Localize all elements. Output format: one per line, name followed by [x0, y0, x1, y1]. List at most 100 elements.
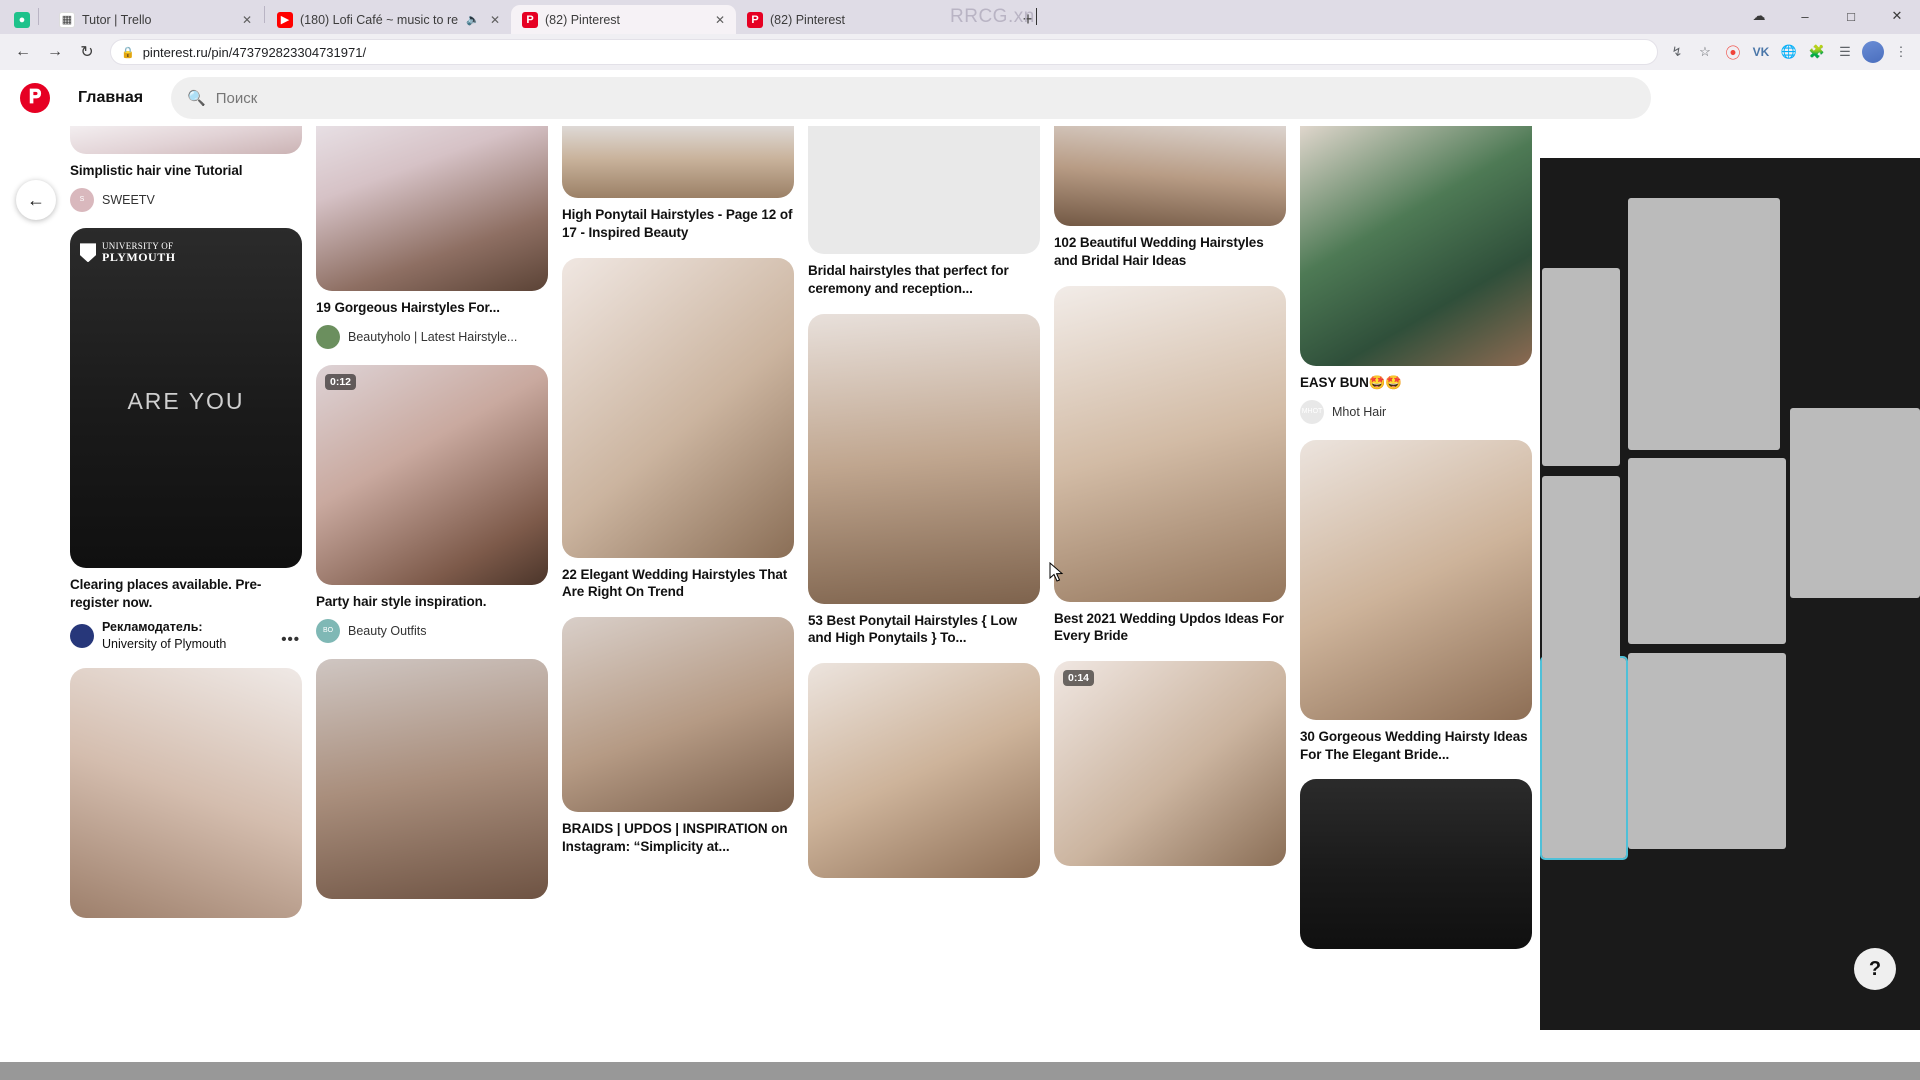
browser-toolbar: ← → ↻ 🔒 pinterest.ru/pin/473792823304731…	[0, 34, 1920, 70]
pin-card[interactable]: 19 Gorgeous Hairstyles For... Beautyholo …	[316, 126, 548, 349]
pin-image[interactable]: UNIVERSITY OF PLYMOUTH ARE YOU	[70, 227, 302, 568]
pin-image[interactable]	[562, 126, 794, 198]
pin-card[interactable]: Simplistic hair vine Tutorial S SWEETV	[70, 126, 302, 212]
pin-card[interactable]: EASY BUN🤩🤩 MHOT Mhot Hair	[1300, 126, 1532, 424]
pin-image[interactable]	[316, 658, 548, 899]
overlay-thumbnail-4[interactable]	[1542, 476, 1620, 676]
tab-close-icon[interactable]: ✕	[712, 12, 728, 28]
pin-image[interactable]: 0:14	[1054, 661, 1286, 867]
opera-icon[interactable]: ⦿	[1722, 41, 1744, 63]
search-input[interactable]: 🔍 Поиск	[171, 77, 1652, 119]
readlist-icon[interactable]: ☰	[1834, 41, 1856, 63]
pin-image[interactable]: 0:12	[316, 364, 548, 585]
pin-card[interactable]: 0:14	[1054, 661, 1286, 867]
pin-image[interactable]	[70, 667, 302, 918]
tab-mute-icon[interactable]: 🔈	[466, 13, 480, 27]
back-button[interactable]: ←	[8, 37, 38, 67]
pin-byline[interactable]: MHOT Mhot Hair	[1300, 399, 1532, 424]
pin-image[interactable]	[808, 126, 1040, 254]
menu-icon[interactable]: ⋮	[1890, 41, 1912, 63]
pin-column-4: 102 Beautiful Wedding Hairstyles and Bri…	[1054, 126, 1286, 867]
maximize-button[interactable]: □	[1828, 0, 1874, 32]
pin-card[interactable]	[1300, 779, 1532, 950]
address-bar[interactable]: 🔒 pinterest.ru/pin/473792823304731971/	[110, 39, 1658, 65]
pin-card[interactable]: Best 2021 Wedding Updos Ideas For Every …	[1054, 285, 1286, 646]
pin-image[interactable]	[808, 313, 1040, 604]
tab-0[interactable]: ●	[6, 5, 48, 34]
pin-image-fill	[1054, 661, 1286, 867]
tab-close-icon[interactable]: ✕	[239, 12, 255, 28]
tab-pinterest-2[interactable]: P (82) Pinterest	[736, 5, 906, 34]
nav-home[interactable]: Главная	[64, 81, 157, 115]
help-button[interactable]: ?	[1854, 948, 1896, 990]
pin-image[interactable]	[562, 617, 794, 813]
tab-youtube[interactable]: ▶ (180) Lofi Café ~ music to re 🔈 ✕	[266, 5, 511, 34]
page-back-button[interactable]: ←	[16, 180, 56, 220]
pin-card[interactable]: 22 Elegant Wedding Hairstyles That Are R…	[562, 257, 794, 602]
pin-image[interactable]	[1054, 126, 1286, 226]
pin-title: Best 2021 Wedding Updos Ideas For Every …	[1054, 610, 1284, 644]
advertiser-logo-icon	[70, 623, 94, 648]
avatar	[316, 324, 340, 349]
tab-label: Tutor | Trello	[82, 12, 152, 27]
pin-byline[interactable]: S SWEETV	[70, 187, 302, 212]
install-icon[interactable]: ↯	[1666, 41, 1688, 63]
pin-image[interactable]	[316, 126, 548, 291]
profile-avatar[interactable]	[1862, 41, 1884, 63]
pin-card[interactable]: 30 Gorgeous Wedding Hairsty Ideas For Th…	[1300, 439, 1532, 764]
pin-card[interactable]	[808, 663, 1040, 879]
extensions-icon[interactable]: 🧩	[1806, 41, 1828, 63]
pin-card[interactable]: UNIVERSITY OF PLYMOUTH ARE YOU Clearing pla…	[70, 227, 302, 652]
pin-title: 22 Elegant Wedding Hairstyles That Are R…	[562, 566, 788, 600]
pin-image-fill	[1054, 126, 1286, 226]
overlay-thumbnail-0[interactable]	[1628, 198, 1780, 450]
pin-title: High Ponytail Hairstyles - Page 12 of 17…	[562, 207, 793, 240]
pin-card[interactable]: BRAIDS | UPDOS | INSPIRATION on Instagra…	[562, 617, 794, 856]
overlay-thumbnail-2[interactable]	[1628, 458, 1786, 644]
forward-button[interactable]: →	[40, 37, 70, 67]
pin-author-name: Mhot Hair	[1332, 404, 1387, 419]
tab-close-icon[interactable]: ✕	[487, 12, 503, 28]
cloud-sync-icon[interactable]: ☁	[1736, 0, 1782, 32]
pin-byline[interactable]: BO Beauty Outfits	[316, 618, 548, 643]
pin-card[interactable]: High Ponytail Hairstyles - Page 12 of 17…	[562, 126, 794, 242]
reload-button[interactable]: ↻	[72, 37, 102, 67]
bookmark-star-icon[interactable]: ☆	[1694, 41, 1716, 63]
pin-author-name: SWEETV	[102, 192, 155, 207]
vk-icon[interactable]: VK	[1750, 41, 1772, 63]
tab-trello[interactable]: ▦ Tutor | Trello ✕	[48, 5, 263, 34]
pin-image-fill	[1300, 779, 1532, 950]
translate-icon[interactable]: 🌐	[1778, 41, 1800, 63]
pin-image[interactable]	[70, 126, 302, 154]
pin-image[interactable]	[1300, 779, 1532, 950]
pin-card[interactable]	[70, 667, 302, 918]
pin-image-fill	[808, 313, 1040, 604]
close-button[interactable]: ✕	[1874, 0, 1920, 32]
pin-card[interactable]	[316, 658, 548, 899]
pin-byline[interactable]: Beautyholo | Latest Hairstyle...	[316, 324, 548, 349]
pinterest-page: 𝐏 Главная 🔍 Поиск ← Simplistic hair vine…	[0, 70, 1920, 1030]
overlay-thumbnail-5[interactable]	[1628, 653, 1786, 849]
overlay-thumbnail-1[interactable]	[1542, 268, 1620, 466]
pin-image-fill	[562, 126, 794, 198]
pinterest-logo-icon[interactable]: 𝐏	[20, 83, 50, 113]
horizontal-scrollbar[interactable]	[0, 1062, 1920, 1080]
pin-card[interactable]: Bridal hairstyles that perfect for cerem…	[808, 126, 1040, 298]
pin-image[interactable]	[562, 257, 794, 558]
pin-more-options[interactable]: •••	[281, 631, 300, 648]
pin-card[interactable]: 102 Beautiful Wedding Hairstyles and Bri…	[1054, 126, 1286, 270]
university-logo-icon: UNIVERSITY OF PLYMOUTH	[80, 241, 176, 264]
url-text: pinterest.ru/pin/473792823304731971/	[142, 44, 367, 60]
pin-card[interactable]: 0:12 Party hair style inspiration. BO Beaut…	[316, 364, 548, 643]
pin-image[interactable]	[808, 663, 1040, 879]
pin-column-2: High Ponytail Hairstyles - Page 12 of 17…	[562, 126, 794, 856]
overlay-thumbnail-3[interactable]	[1790, 408, 1920, 598]
minimize-button[interactable]: –	[1782, 0, 1828, 32]
pin-card[interactable]: 53 Best Ponytail Hairstyles { Low and Hi…	[808, 313, 1040, 648]
pin-image[interactable]	[1054, 285, 1286, 602]
pin-image[interactable]	[1300, 439, 1532, 720]
pin-image[interactable]	[1300, 126, 1532, 366]
overlay-thumbnail-6[interactable]	[1540, 656, 1628, 860]
tab-pinterest-active[interactable]: P (82) Pinterest ✕	[511, 5, 736, 34]
pinterest-icon: P	[747, 11, 763, 28]
